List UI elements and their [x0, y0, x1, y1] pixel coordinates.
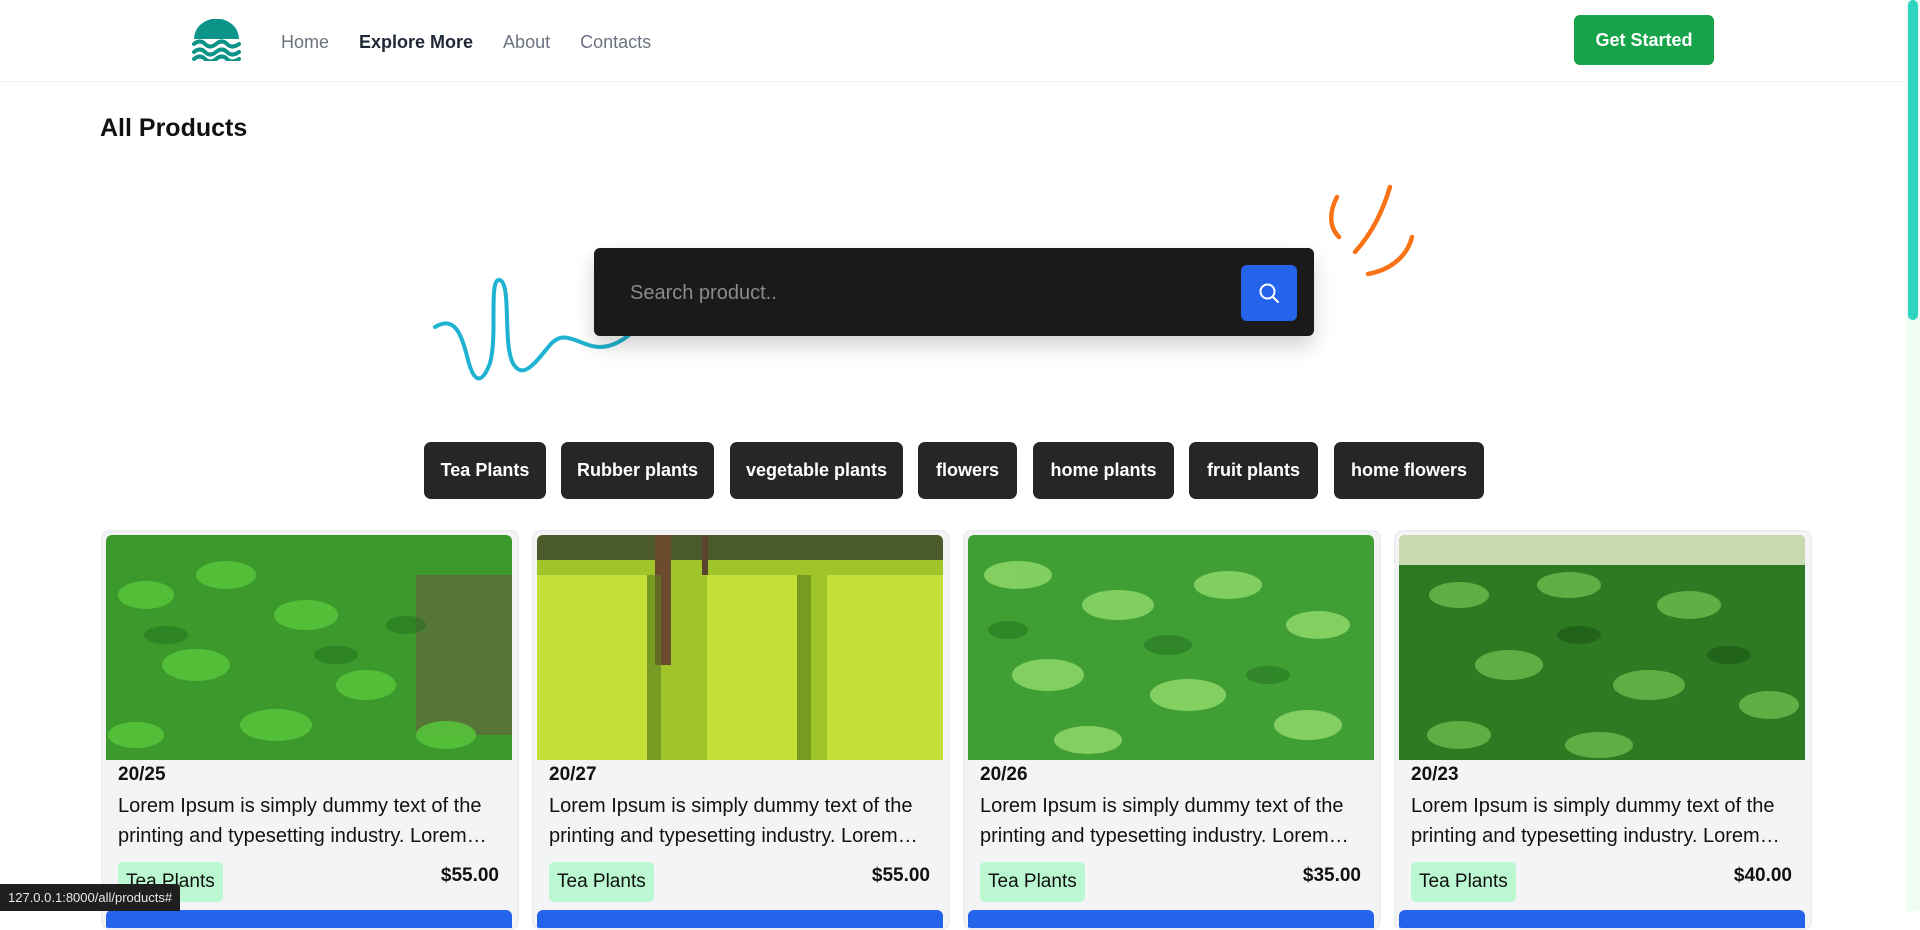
- page-title: All Products: [100, 114, 248, 142]
- product-action-button[interactable]: [1399, 910, 1805, 928]
- product-action-button[interactable]: [537, 910, 943, 928]
- product-card[interactable]: 20/27 Lorem Ipsum is simply dummy text o…: [532, 530, 950, 930]
- nav-link-explore-more[interactable]: Explore More: [359, 28, 473, 56]
- category-vegetable-plants[interactable]: vegetable plants: [730, 442, 903, 499]
- product-price: $55.00: [440, 865, 499, 886]
- category-home-plants[interactable]: home plants: [1033, 442, 1174, 499]
- category-fruit-plants[interactable]: fruit plants: [1189, 442, 1318, 499]
- product-category-tag: Tea Plants: [1411, 862, 1516, 902]
- product-image: [106, 535, 512, 760]
- product-description: Lorem Ipsum is simply dummy text of the …: [980, 795, 1344, 847]
- waves-logo-icon[interactable]: [192, 19, 241, 61]
- category-home-flowers[interactable]: home flowers: [1334, 442, 1484, 499]
- nav-link-contacts[interactable]: Contacts: [580, 28, 651, 56]
- product-action-button[interactable]: [106, 910, 512, 928]
- product-card[interactable]: 20/23 Lorem Ipsum is simply dummy text o…: [1394, 530, 1812, 930]
- product-code: 20/23: [1411, 764, 1459, 785]
- nav-link-home[interactable]: Home: [281, 28, 329, 56]
- get-started-button[interactable]: Get Started: [1574, 15, 1714, 65]
- product-code: 20/25: [118, 764, 166, 785]
- search-button[interactable]: [1241, 265, 1297, 321]
- search-input[interactable]: [614, 270, 1212, 316]
- category-rubber-plants[interactable]: Rubber plants: [561, 442, 714, 499]
- product-image: [537, 535, 943, 760]
- product-code: 20/27: [549, 764, 597, 785]
- product-code: 20/26: [980, 764, 1028, 785]
- scrollbar-thumb[interactable]: [1908, 0, 1918, 320]
- category-flowers[interactable]: flowers: [918, 442, 1017, 499]
- product-price: $35.00: [1302, 865, 1361, 886]
- nav-link-about[interactable]: About: [503, 28, 550, 56]
- product-price: $55.00: [871, 865, 930, 886]
- product-description: Lorem Ipsum is simply dummy text of the …: [1411, 795, 1775, 847]
- top-navbar: Home Explore More About Contacts Get Sta…: [0, 0, 1920, 82]
- category-tea-plants[interactable]: Tea Plants: [424, 442, 546, 499]
- product-card[interactable]: 20/25 Lorem Ipsum is simply dummy text o…: [101, 530, 519, 930]
- search-icon: [1259, 283, 1279, 303]
- product-category-tag: Tea Plants: [549, 862, 654, 902]
- product-action-button[interactable]: [968, 910, 1374, 928]
- product-description: Lorem Ipsum is simply dummy text of the …: [549, 795, 913, 847]
- search-bar: [594, 248, 1314, 336]
- decorative-strokes: [1329, 184, 1415, 277]
- product-image: [1399, 535, 1805, 760]
- nav-links: Home Explore More About Contacts: [281, 28, 681, 56]
- product-image: [968, 535, 1374, 760]
- product-category-tag: Tea Plants: [980, 862, 1085, 902]
- product-card[interactable]: 20/26 Lorem Ipsum is simply dummy text o…: [963, 530, 1381, 930]
- page-scrollbar[interactable]: [1906, 0, 1920, 911]
- link-status-bar: 127.0.0.1:8000/all/products#: [0, 884, 181, 911]
- product-description: Lorem Ipsum is simply dummy text of the …: [118, 795, 482, 847]
- product-price: $40.00: [1733, 865, 1792, 886]
